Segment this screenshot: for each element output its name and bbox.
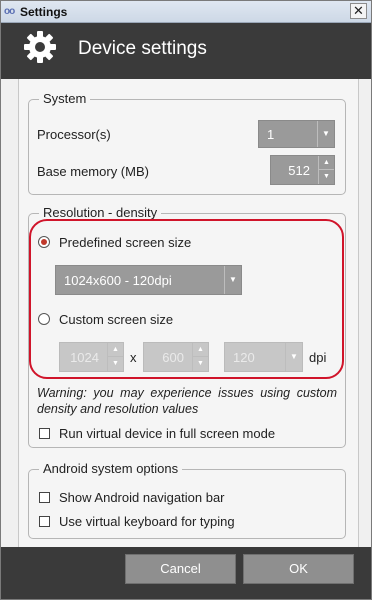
navbar-label[interactable]: Show Android navigation bar <box>59 490 225 505</box>
processor-label: Processor(s) <box>37 127 111 142</box>
stepper-down-icon[interactable]: ▼ <box>318 170 334 184</box>
settings-window: oo Settings ✕ Device settings System Pro… <box>0 0 372 600</box>
processor-value: 1 <box>267 127 275 142</box>
close-icon: ✕ <box>353 3 364 18</box>
height-stepper[interactable]: 600 ▲ ▼ <box>143 342 209 372</box>
stepper-up-icon[interactable]: ▲ <box>192 343 208 357</box>
fullscreen-label[interactable]: Run virtual device in full screen mode <box>59 426 275 441</box>
android-legend: Android system options <box>39 461 183 476</box>
keyboard-label[interactable]: Use virtual keyboard for typing <box>59 514 235 529</box>
chevron-down-icon: ▼ <box>317 121 334 147</box>
predefined-label[interactable]: Predefined screen size <box>59 235 191 250</box>
app-icon: oo <box>4 6 15 17</box>
title-bar[interactable]: oo Settings ✕ <box>1 1 371 23</box>
resolution-legend: Resolution - density <box>39 205 162 220</box>
width-value: 1024 <box>70 350 99 365</box>
stepper-down-icon[interactable]: ▼ <box>192 357 208 371</box>
predefined-size-select[interactable]: 1024x600 - 120dpi ▼ <box>55 265 242 295</box>
fullscreen-checkbox[interactable] <box>39 428 50 439</box>
stepper-up-icon[interactable]: ▲ <box>318 156 334 170</box>
warning-text: Warning: you may experience issues using… <box>37 386 337 416</box>
dpi-label: dpi <box>309 350 327 365</box>
processor-select[interactable]: 1 ▼ <box>258 120 335 148</box>
memory-value: 512 <box>288 163 310 178</box>
stepper-up-icon[interactable]: ▲ <box>107 343 123 357</box>
dpi-value: 120 <box>233 350 255 365</box>
x-separator: x <box>130 350 137 365</box>
custom-radio[interactable] <box>38 313 50 325</box>
width-stepper[interactable]: 1024 ▲ ▼ <box>59 342 124 372</box>
predefined-radio[interactable] <box>38 236 50 248</box>
dialog-title: Device settings <box>78 38 207 59</box>
memory-stepper[interactable]: 512 ▲ ▼ <box>270 155 335 185</box>
gear-icon <box>24 31 56 63</box>
dialog-header: Device settings <box>1 23 371 79</box>
dpi-select[interactable]: 120 ▼ <box>224 342 303 372</box>
navbar-checkbox[interactable] <box>39 492 50 503</box>
keyboard-checkbox[interactable] <box>39 516 50 527</box>
custom-label[interactable]: Custom screen size <box>59 312 173 327</box>
ok-button[interactable]: OK <box>243 554 354 584</box>
memory-label: Base memory (MB) <box>37 164 149 179</box>
chevron-down-icon: ▼ <box>224 266 241 294</box>
chevron-down-icon: ▼ <box>285 343 302 371</box>
close-button[interactable]: ✕ <box>350 3 367 19</box>
height-value: 600 <box>162 350 184 365</box>
predefined-size-value: 1024x600 - 120dpi <box>64 273 172 288</box>
cancel-button[interactable]: Cancel <box>125 554 236 584</box>
system-legend: System <box>39 91 91 106</box>
stepper-down-icon[interactable]: ▼ <box>107 357 123 371</box>
window-title: Settings <box>20 5 68 19</box>
